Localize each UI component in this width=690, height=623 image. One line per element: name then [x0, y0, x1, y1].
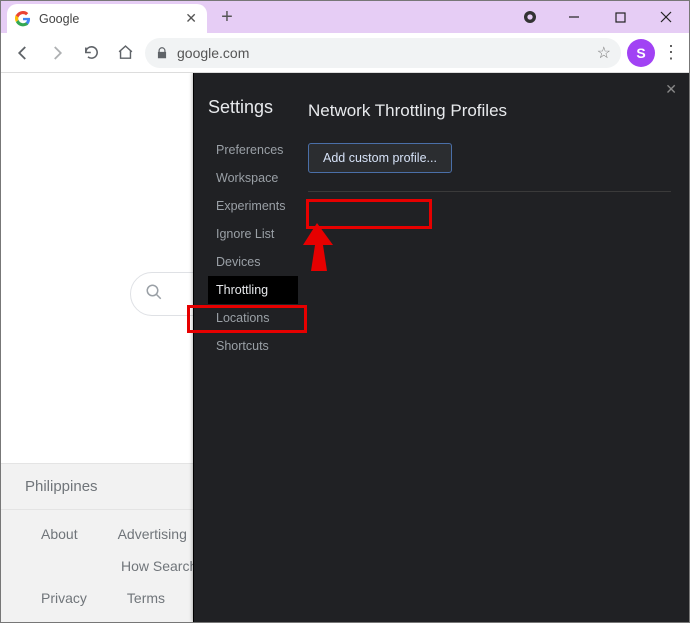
reload-button[interactable] — [77, 39, 105, 67]
sidebar-item-preferences[interactable]: Preferences — [208, 136, 298, 164]
forward-button[interactable] — [43, 39, 71, 67]
sidebar-item-devices[interactable]: Devices — [208, 248, 298, 276]
devtools-title: Settings — [208, 97, 298, 118]
url-box[interactable]: google.com ☆ — [145, 38, 621, 68]
back-button[interactable] — [9, 39, 37, 67]
sidebar-item-locations[interactable]: Locations — [208, 304, 298, 332]
sidebar-item-experiments[interactable]: Experiments — [208, 192, 298, 220]
pane-title: Network Throttling Profiles — [308, 101, 671, 121]
google-favicon-icon — [15, 11, 31, 27]
address-bar: google.com ☆ S ⋮ — [1, 33, 689, 73]
titlebar: Google ✕ + — [1, 1, 689, 33]
footer-link-about[interactable]: About — [41, 526, 78, 542]
new-tab-button[interactable]: + — [213, 1, 241, 33]
add-custom-profile-button[interactable]: Add custom profile... — [308, 143, 452, 173]
devtools-sidebar: Settings Preferences Workspace Experimen… — [194, 73, 308, 622]
home-button[interactable] — [111, 39, 139, 67]
devtools-pane: Network Throttling Profiles Add custom p… — [308, 73, 689, 622]
devtools-close-icon[interactable]: ✕ — [665, 81, 677, 98]
minimize-button[interactable] — [551, 1, 597, 33]
footer-link-terms[interactable]: Terms — [127, 590, 165, 606]
sidebar-item-ignorelist[interactable]: Ignore List — [208, 220, 298, 248]
footer-link-advertising[interactable]: Advertising — [118, 526, 187, 542]
incognito-icon[interactable] — [519, 1, 541, 33]
profile-avatar[interactable]: S — [627, 39, 655, 67]
browser-menu-icon[interactable]: ⋮ — [661, 42, 681, 63]
search-icon — [145, 283, 163, 306]
sidebar-item-workspace[interactable]: Workspace — [208, 164, 298, 192]
content-area: Gmail Google Search — [1, 73, 689, 622]
sidebar-item-shortcuts[interactable]: Shortcuts — [208, 332, 298, 360]
tab-title: Google — [39, 12, 177, 26]
devtools-panel: ✕ Settings Preferences Workspace Experim… — [193, 73, 689, 622]
footer-link-howsearch[interactable]: How Search — [121, 558, 197, 574]
browser-tab[interactable]: Google ✕ — [7, 4, 207, 33]
close-window-button[interactable] — [643, 1, 689, 33]
footer-link-privacy[interactable]: Privacy — [41, 590, 87, 606]
bookmark-star-icon[interactable]: ☆ — [597, 43, 611, 63]
tab-close-icon[interactable]: ✕ — [185, 10, 197, 27]
lock-icon — [155, 46, 169, 60]
pane-divider — [308, 191, 671, 192]
maximize-button[interactable] — [597, 1, 643, 33]
url-text: google.com — [177, 45, 589, 61]
sidebar-item-throttling[interactable]: Throttling — [208, 276, 298, 304]
window-controls — [519, 1, 689, 33]
